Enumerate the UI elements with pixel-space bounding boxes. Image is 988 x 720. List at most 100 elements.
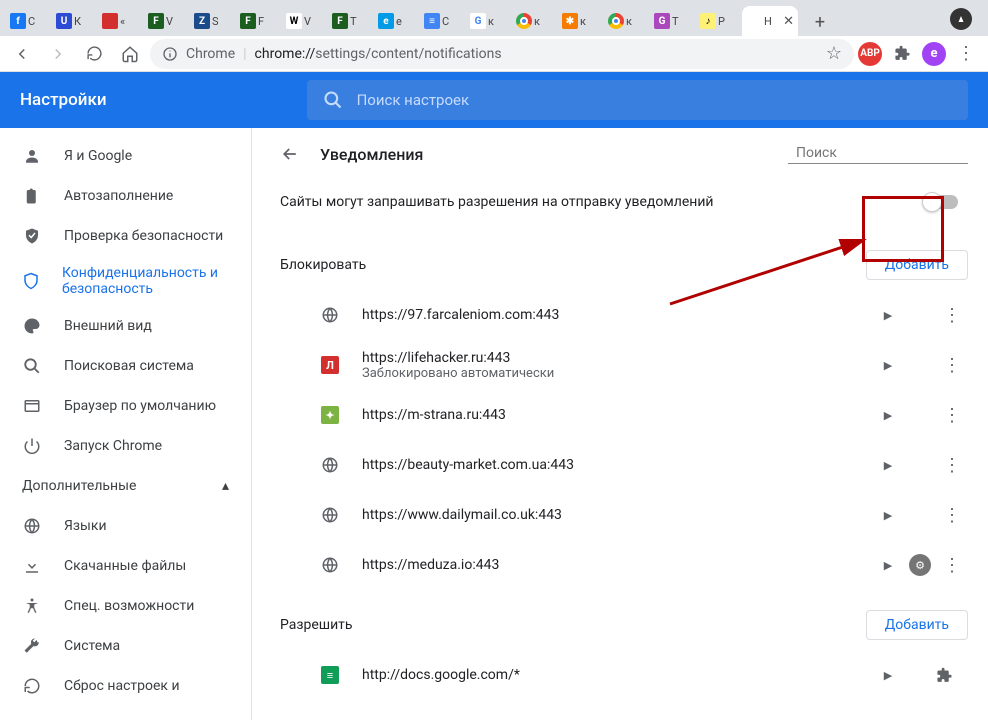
- site-favicon: [320, 505, 340, 525]
- site-url: https://beauty-market.com.ua:443: [362, 457, 872, 473]
- browser-tab[interactable]: ≡C: [420, 6, 464, 36]
- settings-search[interactable]: [307, 80, 968, 120]
- site-menu-icon[interactable]: ⋮: [936, 305, 968, 326]
- browser-tab[interactable]: fС: [6, 6, 50, 36]
- browser-tab[interactable]: FF: [236, 6, 280, 36]
- site-menu-icon[interactable]: ⋮: [936, 355, 968, 376]
- sidebar-item-label: Сброс настроек и: [64, 678, 180, 694]
- sidebar-item[interactable]: Внешний вид: [0, 306, 251, 346]
- sidebar-item[interactable]: Я и Google: [0, 136, 251, 176]
- window-icon: [22, 397, 42, 415]
- browser-tab[interactable]: Gк: [466, 6, 510, 36]
- sidebar-item-label: Браузер по умолчанию: [64, 398, 216, 414]
- site-expand-icon[interactable]: ▶: [872, 309, 904, 322]
- person-icon: [22, 147, 42, 165]
- settings-search-input[interactable]: [357, 91, 952, 109]
- nav-home[interactable]: [114, 38, 146, 70]
- browser-tab[interactable]: ZS: [190, 6, 234, 36]
- browser-tab[interactable]: «: [98, 6, 142, 36]
- shield-icon: [22, 272, 40, 290]
- site-expand-icon[interactable]: ▶: [872, 509, 904, 522]
- sidebar-item[interactable]: Сброс настроек и: [0, 666, 251, 706]
- site-url: https://m-strana.ru:443: [362, 407, 872, 423]
- add-allowed-button[interactable]: Добавить: [866, 610, 968, 640]
- browser-tab[interactable]: FT: [328, 6, 372, 36]
- sidebar-item[interactable]: Поисковая система: [0, 346, 251, 386]
- shield-check-icon: [22, 227, 42, 245]
- sidebar-item[interactable]: Конфиденциальность и безопасность: [0, 256, 251, 306]
- content-search-input[interactable]: [796, 145, 974, 161]
- tabstrip-right-icon[interactable]: [950, 8, 972, 30]
- browser-tab[interactable]: к: [604, 6, 648, 36]
- extension-icon[interactable]: [936, 667, 968, 684]
- browser-tab[interactable]: GТ: [650, 6, 694, 36]
- sidebar-item[interactable]: Спец. возможности: [0, 586, 251, 626]
- add-blocked-button[interactable]: Добавить: [866, 250, 968, 280]
- cookie-icon[interactable]: ⚙: [909, 554, 931, 576]
- palette-icon: [22, 317, 42, 335]
- sidebar-item[interactable]: Языки: [0, 506, 251, 546]
- sidebar-item-label: Спец. возможности: [64, 598, 194, 614]
- browser-tab[interactable]: UК: [52, 6, 96, 36]
- site-expand-icon[interactable]: ▶: [872, 409, 904, 422]
- profile-avatar[interactable]: е: [922, 42, 946, 66]
- site-expand-icon[interactable]: ▶: [872, 359, 904, 372]
- extensions-puzzle-icon[interactable]: [886, 38, 918, 70]
- extension-adblock[interactable]: ABP: [858, 42, 882, 66]
- sidebar-item-label: Система: [64, 638, 120, 654]
- site-menu-icon[interactable]: ⋮: [936, 405, 968, 426]
- browser-tab[interactable]: Н✕: [742, 6, 798, 36]
- sidebar-item-label: Языки: [64, 518, 107, 534]
- site-menu-icon[interactable]: ⋮: [936, 455, 968, 476]
- new-tab-button[interactable]: +: [806, 8, 834, 36]
- site-menu-icon[interactable]: ⋮: [936, 555, 968, 576]
- download-icon: [22, 557, 42, 575]
- site-expand-icon[interactable]: ▶: [872, 459, 904, 472]
- address-bar[interactable]: Chrome | chrome://settings/content/notif…: [150, 39, 854, 69]
- power-icon: [22, 437, 42, 455]
- wrench-icon: [22, 637, 42, 655]
- nav-reload[interactable]: [78, 38, 110, 70]
- sidebar-item[interactable]: Система: [0, 626, 251, 666]
- browser-tab[interactable]: ♪P: [696, 6, 740, 36]
- site-expand-icon[interactable]: ▶: [872, 559, 904, 572]
- scheme-label: Chrome: [186, 46, 235, 62]
- browser-tab[interactable]: к: [512, 6, 556, 36]
- content-search[interactable]: [788, 145, 968, 164]
- site-row: https://meduza.io:443▶⚙⋮: [280, 540, 968, 590]
- site-menu-icon[interactable]: ⋮: [936, 505, 968, 526]
- sidebar-item[interactable]: Запуск Chrome: [0, 426, 251, 466]
- notifications-toggle[interactable]: [924, 195, 958, 209]
- browser-menu-icon[interactable]: ⋮: [950, 38, 982, 70]
- site-url: https://www.dailymail.co.uk:443: [362, 507, 872, 523]
- clipboard-icon: [22, 187, 42, 205]
- nav-back[interactable]: [6, 38, 38, 70]
- tab-close-icon[interactable]: ✕: [783, 14, 794, 29]
- sidebar-expand[interactable]: Дополнительные▴: [0, 466, 251, 506]
- bookmark-star-icon[interactable]: ☆: [826, 43, 842, 64]
- browser-tab[interactable]: ✱к: [558, 6, 602, 36]
- sidebar-item[interactable]: Скачанные файлы: [0, 546, 251, 586]
- site-row: https://beauty-market.com.ua:443▶ ⋮: [280, 440, 968, 490]
- site-expand-icon[interactable]: ▶: [872, 669, 904, 682]
- url-text: chrome://settings/content/notifications: [255, 46, 502, 62]
- sidebar-item-label: Проверка безопасности: [64, 228, 223, 244]
- sidebar-item-label: Скачанные файлы: [64, 558, 186, 574]
- back-arrow-icon[interactable]: [280, 144, 300, 164]
- site-info-icon[interactable]: [162, 46, 178, 62]
- site-url: https://97.farcaleniom.com:443: [362, 307, 872, 323]
- site-favicon: [320, 455, 340, 475]
- site-favicon: [320, 555, 340, 575]
- sidebar-item[interactable]: Автозаполнение: [0, 176, 251, 216]
- sidebar-item[interactable]: Браузер по умолчанию: [0, 386, 251, 426]
- site-row: https://www.dailymail.co.uk:443▶ ⋮: [280, 490, 968, 540]
- sidebar-item[interactable]: Проверка безопасности: [0, 216, 251, 256]
- site-favicon: ≡: [320, 665, 340, 685]
- settings-header: Настройки: [0, 72, 988, 128]
- globe-icon: [22, 517, 42, 535]
- browser-tab[interactable]: WV: [282, 6, 326, 36]
- browser-tab[interactable]: FV: [144, 6, 188, 36]
- site-subtext: Заблокировано автоматически: [362, 366, 872, 381]
- sidebar-item-label: Автозаполнение: [64, 188, 173, 204]
- browser-tab[interactable]: eе: [374, 6, 418, 36]
